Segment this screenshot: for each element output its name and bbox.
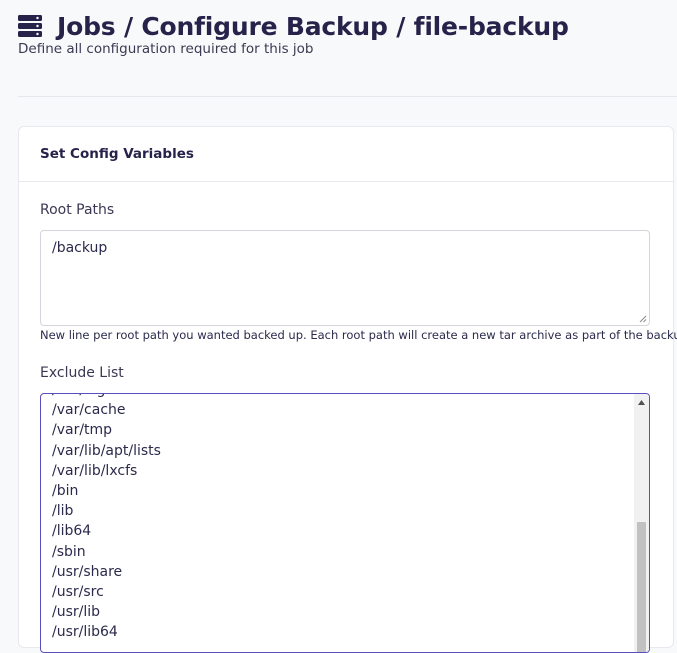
exclude-line-partial: /usr/lib64 [52, 624, 118, 641]
exclude-line: /var/tmp [52, 422, 113, 439]
exclude-list-lines: /var/log /var/cache /var/tmp /var/lib/ap… [52, 394, 161, 643]
exclude-line: /var/lib/apt/lists [52, 442, 161, 459]
exclude-list-label: Exclude List [40, 365, 124, 381]
scroll-up-arrow-icon[interactable] [634, 394, 649, 410]
page-subtitle: Define all configuration required for th… [18, 41, 314, 57]
root-paths-label: Root Paths [40, 202, 115, 218]
exclude-line: /lib64 [52, 523, 92, 540]
card-title: Set Config Variables [40, 146, 194, 162]
exclude-list-scrollbar[interactable] [634, 394, 649, 652]
resize-grip-icon[interactable] [639, 315, 647, 323]
config-card: Set Config Variables Root Paths /backup … [18, 126, 677, 653]
header-divider [18, 96, 677, 97]
exclude-line: /usr/lib [52, 604, 101, 621]
title-row: Jobs / Configure Backup / file-backup [18, 8, 677, 44]
root-paths-help: New line per root path you wanted backed… [40, 328, 677, 342]
page-title: Jobs / Configure Backup / file-backup [57, 11, 569, 41]
exclude-line: /usr/share [52, 563, 123, 580]
exclude-line: /var/cache [52, 402, 126, 419]
root-paths-value: /backup [52, 240, 108, 256]
root-paths-textarea[interactable]: /backup [40, 230, 650, 326]
exclude-list-textarea[interactable]: /var/log /var/cache /var/tmp /var/lib/ap… [40, 393, 650, 653]
page-header: Jobs / Configure Backup / file-backup De… [18, 8, 677, 57]
scrollbar-thumb[interactable] [637, 522, 646, 652]
server-icon [18, 15, 42, 37]
exclude-line-partial: /var/log [52, 394, 161, 400]
card-header: Set Config Variables [19, 127, 673, 182]
exclude-line: /sbin [52, 543, 86, 560]
exclude-line: /var/lib/lxcfs [52, 462, 138, 479]
exclude-line: /lib [52, 503, 74, 520]
exclude-line: /usr/src [52, 584, 104, 601]
exclude-line: /bin [52, 483, 79, 500]
